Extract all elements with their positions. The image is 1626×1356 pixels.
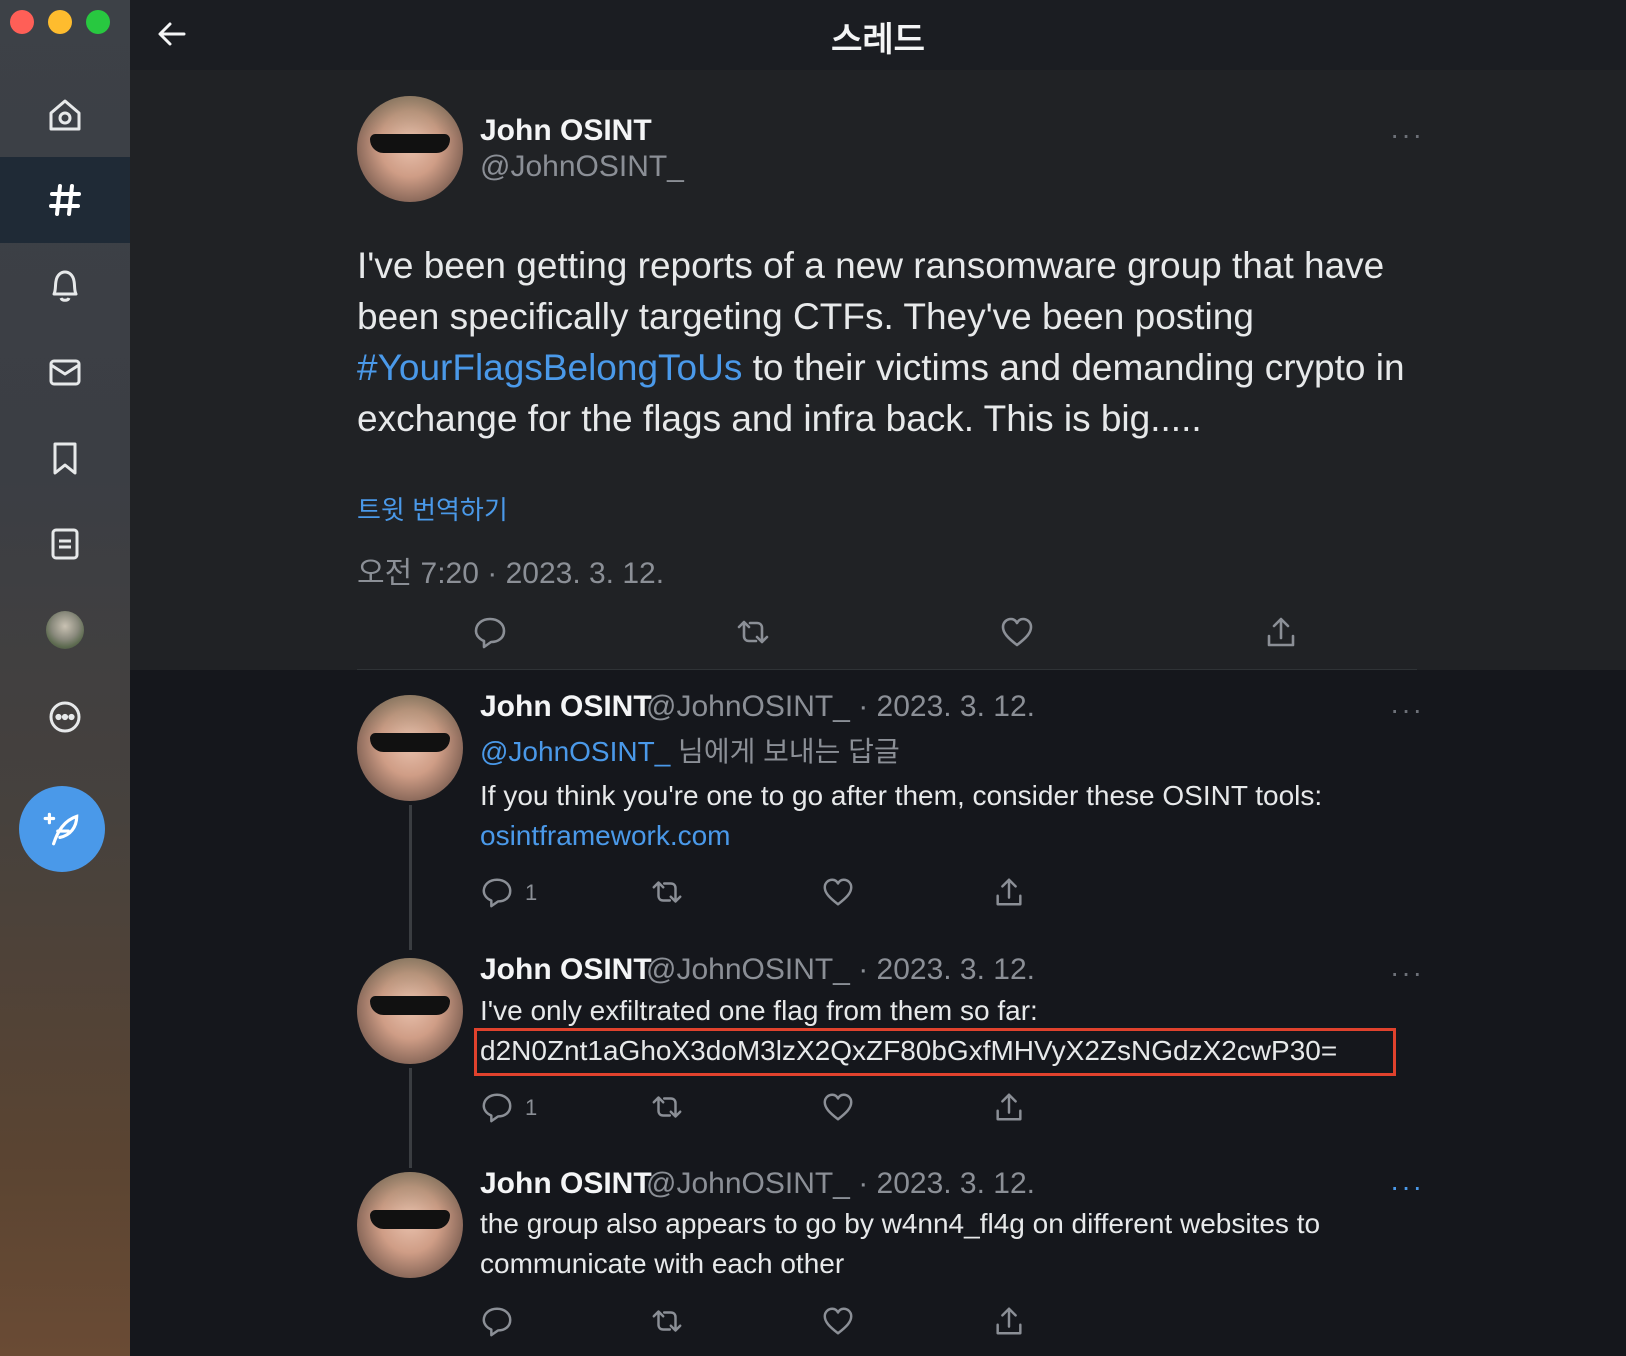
- page-title: 스레드: [831, 21, 925, 59]
- minimize-window-button[interactable]: [48, 10, 72, 34]
- retweet-icon[interactable]: [735, 614, 771, 650]
- sidebar-item-profile[interactable]: [0, 587, 130, 673]
- reply-count: 1: [525, 1095, 538, 1120]
- sidebar: [0, 0, 130, 1356]
- reply-text: I've only exfiltrated one flag from them…: [480, 995, 1038, 1026]
- hashtag-link[interactable]: #YourFlagsBelongToUs: [357, 347, 742, 388]
- avatar[interactable]: [357, 958, 463, 1064]
- compose-tweet-button[interactable]: [19, 786, 105, 872]
- retweet-icon[interactable]: [650, 1090, 684, 1124]
- more-options-icon[interactable]: ···: [1390, 1173, 1424, 1201]
- list-icon: [51, 528, 79, 560]
- like-heart-icon[interactable]: [821, 1090, 855, 1124]
- sidebar-item-messages[interactable]: [0, 329, 130, 415]
- hashtag-icon: [49, 184, 81, 216]
- reply-to-handle-link[interactable]: @JohnOSINT_: [480, 736, 670, 767]
- like-heart-icon[interactable]: [821, 1304, 855, 1338]
- sidebar-item-more[interactable]: [0, 674, 130, 760]
- share-icon[interactable]: [992, 1090, 1026, 1124]
- reply-text: If you think you're one to go after them…: [480, 780, 1323, 811]
- author-name[interactable]: John OSINT: [480, 690, 652, 724]
- main-tweet: John OSINT @JohnOSINT_ ··· I've been get…: [130, 70, 1626, 670]
- retweet-icon[interactable]: [650, 1304, 684, 1338]
- envelope-icon: [49, 359, 81, 386]
- author-handle-date[interactable]: @JohnOSINT_ · 2023. 3. 12.: [646, 1167, 1035, 1201]
- bookmark-icon: [53, 442, 77, 475]
- author-name[interactable]: John OSINT: [480, 1167, 652, 1201]
- translate-tweet-link[interactable]: 트윗 번역하기: [357, 490, 508, 527]
- home-icon: [49, 99, 81, 131]
- sidebar-item-bookmarks[interactable]: [0, 415, 130, 501]
- author-handle[interactable]: @JohnOSINT_: [480, 150, 684, 184]
- author-name[interactable]: John OSINT: [480, 953, 652, 987]
- feather-plus-icon: [43, 812, 79, 846]
- flag-text: d2N0Znt1aGhoX3doM3lzX2QxZF80bGxfMHVyX2Zs…: [480, 1035, 1338, 1066]
- like-heart-icon[interactable]: [821, 875, 855, 909]
- reply-text: communicate with each other: [480, 1248, 845, 1279]
- osint-framework-link[interactable]: osintframework.com: [480, 820, 731, 852]
- avatar[interactable]: [357, 695, 463, 801]
- sidebar-item-home[interactable]: [0, 72, 130, 158]
- more-options-icon[interactable]: ···: [1390, 121, 1424, 149]
- like-heart-icon[interactable]: [999, 614, 1035, 650]
- top-bar: 스레드: [130, 0, 1626, 70]
- more-options-icon[interactable]: ···: [1390, 696, 1424, 724]
- zoom-window-button[interactable]: [86, 10, 110, 34]
- retweet-icon[interactable]: [650, 875, 684, 909]
- tweet-text: I've been getting reports of a new ranso…: [357, 240, 1417, 444]
- tweet-timestamp[interactable]: 오전 7:20 · 2023. 3. 12.: [357, 548, 664, 592]
- reply-text: the group also appears to go by w4nn4_fl…: [480, 1208, 1321, 1239]
- profile-avatar-icon: [46, 611, 84, 649]
- avatar[interactable]: [357, 1172, 463, 1278]
- author-name[interactable]: John OSINT: [480, 114, 652, 148]
- reply-icon[interactable]: [480, 1304, 514, 1338]
- reply-icon[interactable]: [472, 614, 508, 650]
- sidebar-item-lists[interactable]: [0, 501, 130, 587]
- reply-icon[interactable]: [480, 875, 514, 909]
- more-options-icon[interactable]: ···: [1390, 959, 1424, 987]
- sidebar-item-notifications[interactable]: [0, 243, 130, 329]
- divider: [357, 669, 1417, 670]
- thread-connector: [409, 1068, 412, 1168]
- share-icon[interactable]: [992, 875, 1026, 909]
- more-circle-icon: [49, 701, 81, 733]
- reply-to-suffix: 님에게 보내는 답글: [670, 736, 900, 767]
- tweet-text-part: I've been getting reports of a new ranso…: [357, 245, 1385, 337]
- sidebar-item-explore[interactable]: [0, 157, 130, 243]
- close-window-button[interactable]: [10, 10, 34, 34]
- reply-icon[interactable]: [480, 1090, 514, 1124]
- thread-connector: [409, 805, 412, 950]
- share-icon[interactable]: [1263, 614, 1299, 650]
- share-icon[interactable]: [992, 1304, 1026, 1338]
- author-handle-date[interactable]: @JohnOSINT_ · 2023. 3. 12.: [646, 953, 1035, 987]
- bell-icon: [52, 270, 78, 302]
- author-handle-date[interactable]: @JohnOSINT_ · 2023. 3. 12.: [646, 690, 1035, 724]
- avatar[interactable]: [357, 96, 463, 202]
- window-controls: [10, 10, 110, 34]
- reply-count: 1: [525, 880, 538, 905]
- replying-to: @JohnOSINT_ 님에게 보내는 답글: [480, 730, 900, 770]
